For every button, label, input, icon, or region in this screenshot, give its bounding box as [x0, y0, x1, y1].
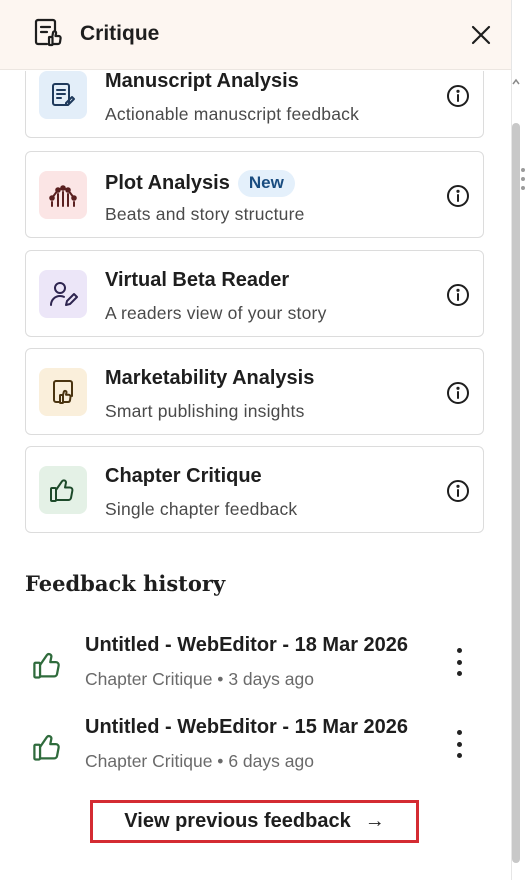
panel-title: Critique: [80, 22, 160, 45]
critique-panel: Critique Manuscript Analysis Actionable …: [0, 0, 512, 880]
tool-card-marketability-analysis[interactable]: Marketability Analysis Smart publishing …: [25, 348, 484, 435]
tools-scroll-area[interactable]: Manuscript Analysis Actionable manuscrip…: [0, 71, 511, 871]
scrollbar-thumb[interactable]: [512, 123, 520, 863]
tool-description: Actionable manuscript feedback: [105, 104, 360, 124]
new-badge: New: [237, 170, 295, 197]
critique-logo-icon: [30, 16, 64, 50]
history-item-tool: Chapter Critique: [85, 751, 213, 771]
panel-scrollbar[interactable]: [512, 71, 522, 871]
marketability-icon: [39, 368, 87, 416]
feedback-history-heading: Feedback history: [25, 571, 226, 596]
tool-name: Marketability Analysis: [105, 367, 315, 389]
more-options-icon[interactable]: [450, 730, 468, 758]
beta-reader-icon: [39, 270, 87, 318]
view-previous-feedback-button[interactable]: View previous feedback →: [90, 800, 419, 843]
panel-header: Critique: [0, 0, 511, 70]
meta-separator: •: [217, 751, 224, 771]
resize-handle-icon[interactable]: [521, 168, 527, 190]
thumbs-up-icon: [39, 466, 87, 514]
close-icon[interactable]: [466, 20, 496, 50]
history-item-age: 3 days ago: [228, 669, 314, 689]
info-icon[interactable]: [446, 479, 470, 503]
tool-card-plot-analysis[interactable]: Plot Analysis New Beats and story struct…: [25, 151, 484, 238]
manuscript-icon: [39, 71, 87, 119]
info-icon[interactable]: [446, 381, 470, 405]
tool-name: Plot Analysis New: [105, 170, 295, 197]
history-item-tool: Chapter Critique: [85, 669, 213, 689]
history-item-meta: Chapter Critique • 3 days ago: [85, 669, 314, 690]
arrow-right-icon: →: [364, 810, 385, 832]
meta-separator: •: [217, 669, 224, 689]
tool-card-manuscript-analysis[interactable]: Manuscript Analysis Actionable manuscrip…: [25, 71, 484, 138]
info-icon[interactable]: [446, 84, 470, 108]
history-item[interactable]: Untitled - WebEditor - 15 Mar 2026 Chapt…: [25, 716, 485, 776]
thumbs-up-icon: [31, 648, 65, 682]
tool-name-text: Plot Analysis: [105, 172, 230, 194]
thumbs-up-icon: [31, 730, 65, 764]
tool-description: Beats and story structure: [105, 204, 305, 224]
scroll-up-icon[interactable]: [512, 73, 520, 85]
tool-card-virtual-beta-reader[interactable]: Virtual Beta Reader A readers view of yo…: [25, 250, 484, 337]
tool-description: Single chapter feedback: [105, 499, 298, 519]
tool-description: A readers view of your story: [105, 303, 327, 323]
info-icon[interactable]: [446, 283, 470, 307]
history-item-age: 6 days ago: [228, 751, 314, 771]
tool-name: Manuscript Analysis: [105, 71, 299, 92]
tool-name: Virtual Beta Reader: [105, 269, 290, 291]
history-item-title: Untitled - WebEditor - 18 Mar 2026: [85, 634, 409, 656]
plot-chart-icon: [39, 171, 87, 219]
history-item-meta: Chapter Critique • 6 days ago: [85, 751, 314, 772]
tool-name: Chapter Critique: [105, 465, 262, 487]
tool-card-chapter-critique[interactable]: Chapter Critique Single chapter feedback: [25, 446, 484, 533]
history-item[interactable]: Untitled - WebEditor - 18 Mar 2026 Chapt…: [25, 634, 485, 694]
history-item-title: Untitled - WebEditor - 15 Mar 2026: [85, 716, 409, 738]
tool-description: Smart publishing insights: [105, 401, 305, 421]
view-previous-feedback-label: View previous feedback: [124, 810, 351, 832]
info-icon[interactable]: [446, 184, 470, 208]
more-options-icon[interactable]: [450, 648, 468, 676]
